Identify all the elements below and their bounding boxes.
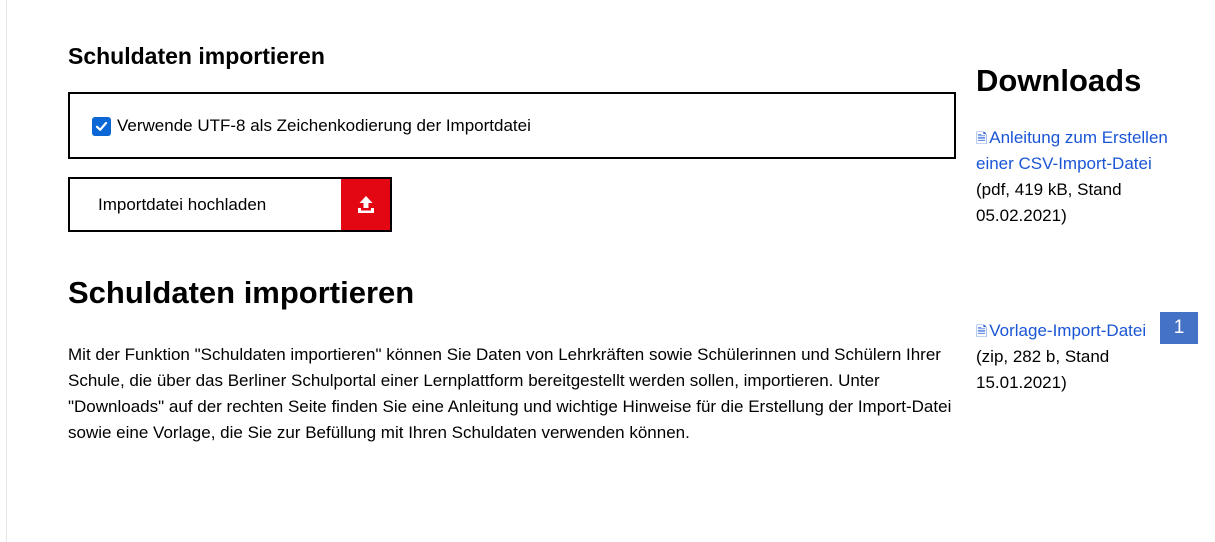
download-link-anleitung[interactable]: 🗎 Anleitung zum Erstellen einer CSV-Impor… [976, 128, 1168, 173]
download-item: 🗎 Anleitung zum Erstellen einer CSV-Impor… [976, 125, 1186, 229]
section-title: Schuldaten importieren [68, 275, 415, 310]
form-title: Schuldaten importieren [68, 43, 325, 69]
download-link-vorlage[interactable]: 🗎 Vorlage-Import-Datei [976, 321, 1146, 340]
download-item: 🗎 Vorlage-Import-Datei (zip, 282 b, Stand… [976, 318, 1186, 396]
upload-button-label: Importdatei hochladen [98, 194, 267, 214]
upload-import-file-button[interactable]: Importdatei hochladen [68, 177, 392, 232]
download-link-label: Vorlage-Import-Datei [989, 321, 1147, 340]
document-icon: 🗎 [976, 130, 988, 146]
utf8-checkbox[interactable] [92, 116, 111, 136]
download-link-label: Anleitung zum Erstellen einer CSV-Import… [976, 128, 1168, 173]
annotation-badge: 1 [1160, 312, 1198, 344]
left-frame-border [6, 0, 7, 542]
utf8-checkbox-label: Verwende UTF-8 als Zeichenkodierung der … [117, 116, 531, 135]
utf8-option-box: Verwende UTF-8 als Zeichenkodierung der … [68, 92, 956, 159]
upload-icon[interactable] [341, 179, 390, 230]
utf8-checkbox-row[interactable]: Verwende UTF-8 als Zeichenkodierung der … [92, 116, 531, 136]
download-meta: (pdf, 419 kB, Stand 05.02.2021) [976, 180, 1122, 225]
checkmark-icon [95, 121, 108, 131]
document-icon: 🗎 [976, 323, 988, 339]
section-description: Mit der Funktion "Schuldaten importieren… [68, 345, 952, 442]
download-meta: (zip, 282 b, Stand 15.01.2021) [976, 347, 1110, 392]
downloads-title: Downloads [976, 63, 1142, 98]
